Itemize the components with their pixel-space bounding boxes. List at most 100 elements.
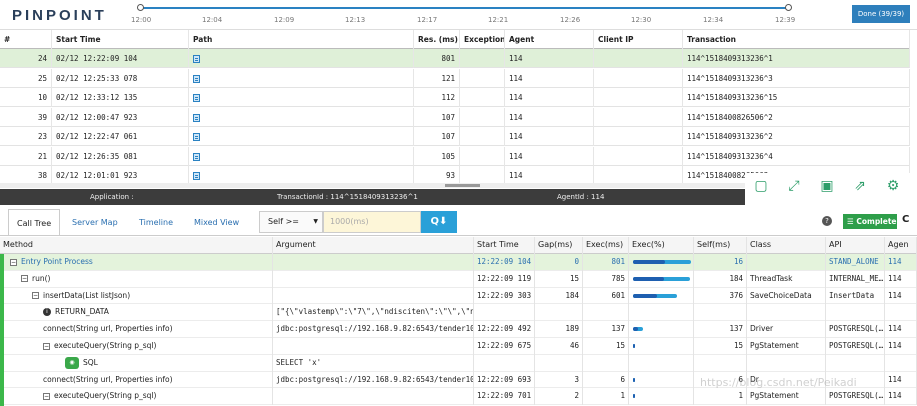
- column-header[interactable]: Method: [0, 237, 273, 254]
- column-header[interactable]: Transaction: [683, 30, 910, 49]
- arg-cell: [273, 270, 474, 288]
- column-header[interactable]: API: [826, 237, 885, 254]
- column-header[interactable]: Self(ms): [694, 237, 747, 254]
- column-header[interactable]: Class: [747, 237, 826, 254]
- collapse-icon[interactable]: −: [43, 342, 50, 350]
- scrollbar-thumb[interactable]: [445, 184, 480, 187]
- tab-server-map[interactable]: Server Map: [64, 209, 126, 236]
- method-name: connect(String url, Properties info): [43, 374, 173, 384]
- start-cell: 12:22:09 701: [474, 388, 535, 406]
- save-icon[interactable]: ▣: [818, 177, 836, 195]
- tab-timeline[interactable]: Timeline: [131, 209, 181, 236]
- column-header[interactable]: Start Time: [474, 237, 535, 254]
- timeline-slider[interactable]: [140, 7, 790, 9]
- transaction-row[interactable]: 24 02/12 12:22:09 104 801 114 114^1518409313…: [0, 49, 910, 68]
- document-icon[interactable]: [193, 113, 200, 122]
- search-button[interactable]: Q⬇: [421, 211, 457, 233]
- column-header[interactable]: Client IP: [594, 30, 683, 49]
- tab-call-tree[interactable]: Call Tree: [8, 209, 61, 236]
- method-cell: − executeQuery(String p_sql): [0, 338, 273, 355]
- self-cell: 1: [694, 388, 747, 406]
- api-cell: [826, 354, 885, 372]
- transaction-cell: 114^1518409313236^3: [683, 68, 910, 88]
- column-header[interactable]: Res. (ms) ⬇: [414, 30, 460, 49]
- document-icon[interactable]: [193, 55, 200, 63]
- transaction-cell: 114: [505, 107, 594, 127]
- collapse-icon[interactable]: −: [43, 392, 50, 400]
- call-tree-row[interactable]: i RETURN_DATA ["{\"vlastemp\":\"7\",\"ndis…: [0, 304, 917, 322]
- exec-cell: 601: [583, 287, 629, 305]
- document-icon[interactable]: [193, 94, 200, 102]
- call-tree-row[interactable]: − Entry Point Process 12:22:09 104 0 801 16 ST…: [0, 254, 917, 271]
- column-header[interactable]: Agen: [885, 237, 917, 254]
- start-cell: 12:22:09 675: [474, 338, 535, 355]
- document-icon[interactable]: [193, 172, 200, 180]
- exec-percent-bar-cell: [629, 270, 694, 288]
- tab-mixed-view[interactable]: Mixed View: [186, 209, 247, 236]
- column-header[interactable]: Exec(%): [629, 237, 694, 254]
- application-label: Application :: [90, 193, 134, 201]
- column-header[interactable]: Start Time: [52, 30, 189, 49]
- complete-button[interactable]: ☰ Complete: [843, 214, 897, 229]
- settings-icon[interactable]: ⚙: [884, 177, 902, 195]
- column-header[interactable]: #: [0, 30, 52, 49]
- transaction-cell: [594, 88, 683, 107]
- transaction-cell: 114^1518409313236^4: [683, 146, 910, 166]
- path-cell: [189, 68, 414, 88]
- collapse-icon[interactable]: −: [32, 292, 39, 300]
- transaction-row[interactable]: 23 02/12 12:22:47 061 107 114 114^1518409313…: [0, 127, 910, 146]
- transaction-cell: 23: [0, 127, 52, 146]
- document-icon[interactable]: [193, 74, 200, 83]
- call-tree-row[interactable]: − insertData(List listJson) 12:22:09 303 18…: [0, 287, 917, 305]
- transaction-cell: 114: [505, 68, 594, 88]
- transaction-cell: 114^1518409313236^1: [683, 49, 910, 68]
- method-cell: connect(String url, Properties info): [0, 371, 273, 389]
- call-tree-row[interactable]: − run() 12:22:09 119 15 785 184 ThreadTask INTE…: [0, 270, 917, 288]
- gap-cell: 46: [535, 338, 583, 355]
- collapse-icon[interactable]: −: [10, 258, 17, 266]
- expand-icon[interactable]: ⤢: [785, 177, 803, 195]
- call-tree-row[interactable]: ◉ SQL SELECT 'x': [0, 354, 917, 372]
- exec-cell: 137: [583, 321, 629, 338]
- refresh-icon[interactable]: C: [902, 214, 909, 225]
- column-header[interactable]: Path: [189, 30, 414, 49]
- ms-filter-input[interactable]: 1000(ms): [323, 211, 421, 233]
- path-cell: [189, 88, 414, 107]
- class-cell: Driver: [747, 321, 826, 338]
- help-icon[interactable]: ?: [822, 216, 832, 226]
- agent-cell: 114: [885, 254, 917, 271]
- column-header[interactable]: Exception: [460, 30, 505, 49]
- copy-icon[interactable]: ▢: [752, 177, 770, 195]
- timeline-start-handle[interactable]: [137, 4, 144, 11]
- transaction-cell: 114^1518409313236^15: [683, 88, 910, 107]
- share-icon[interactable]: ⇗: [851, 177, 869, 195]
- column-header[interactable]: Gap(ms): [535, 237, 583, 254]
- timeline-tick-label: 12:26: [560, 16, 581, 24]
- start-cell: [474, 304, 535, 322]
- agent-cell: 114: [885, 270, 917, 288]
- transaction-row[interactable]: 21 02/12 12:26:35 081 105 114 114^1518409313…: [0, 146, 910, 166]
- class-cell: [747, 254, 826, 271]
- done-button[interactable]: Done (39/39): [852, 5, 910, 23]
- column-header[interactable]: Argument: [273, 237, 474, 254]
- method-cell: ◉ SQL: [0, 354, 273, 372]
- transaction-row[interactable]: 25 02/12 12:25:33 078 121 114 114^1518409313…: [0, 68, 910, 88]
- document-icon[interactable]: [193, 152, 200, 161]
- transaction-row[interactable]: 39 02/12 12:00:47 923 107 114 114^1518400826…: [0, 107, 910, 127]
- collapse-icon[interactable]: −: [21, 275, 28, 283]
- call-tree-row[interactable]: connect(String url, Properties info) jdbc…: [0, 321, 917, 338]
- class-cell: ThreadTask: [747, 270, 826, 288]
- api-cell: INTERNAL_ME…: [826, 270, 885, 288]
- call-tree-row[interactable]: − executeQuery(String p_sql) 12:22:09 701 2…: [0, 388, 917, 406]
- column-header[interactable]: Agent: [505, 30, 594, 49]
- exec-cell: 785: [583, 270, 629, 288]
- timeline-end-handle[interactable]: [785, 4, 792, 11]
- self-filter-select[interactable]: Self >=: [259, 211, 323, 233]
- arg-cell: SELECT 'x': [273, 354, 474, 372]
- gap-cell: [535, 354, 583, 372]
- exec-cell: 15: [583, 338, 629, 355]
- column-header[interactable]: Exec(ms): [583, 237, 629, 254]
- document-icon[interactable]: [193, 133, 200, 141]
- transaction-row[interactable]: 10 02/12 12:33:12 135 112 114 114^1518409313…: [0, 88, 910, 107]
- call-tree-row[interactable]: − executeQuery(String p_sql) 12:22:09 675 4…: [0, 338, 917, 355]
